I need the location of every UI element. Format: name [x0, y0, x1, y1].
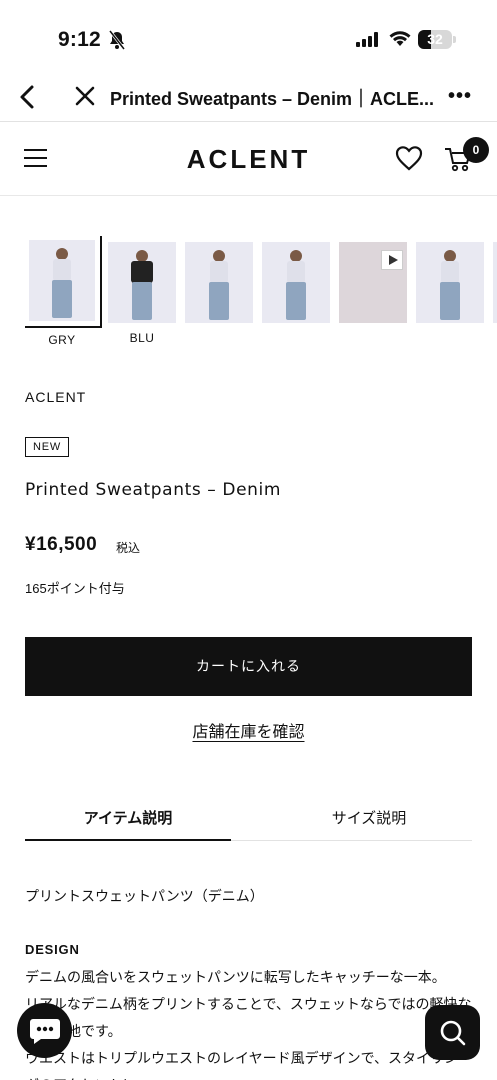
browser-bar: Printed Sweatpants – Denim｜ACLE... ••• — [0, 72, 497, 122]
description-subheading: DESIGN — [25, 942, 80, 957]
status-bar: 9:12 32 — [0, 0, 497, 72]
wifi-icon — [389, 30, 411, 52]
product-thumbnail[interactable] — [493, 242, 497, 323]
product-price: ¥16,500 — [25, 534, 98, 555]
status-time: 9:12 — [58, 28, 101, 51]
new-badge: NEW — [25, 437, 70, 457]
browser-page-title: Printed Sweatpants – Denim｜ACLE... — [110, 89, 435, 109]
description-line: デニムの風合いをスウェットパンツに転写したキャッチーな一本。 — [25, 969, 446, 985]
points-label: 165ポイント付与 — [25, 581, 125, 596]
bell-muted-icon — [108, 30, 126, 55]
cart-count-badge: 0 — [463, 137, 489, 163]
model-top — [131, 261, 153, 283]
thumbnail-image — [108, 242, 176, 323]
description-line: ウエストはトリプルウエストのレイヤード風デザインで、スタイリングのアクセントに。 — [25, 1050, 458, 1080]
cellular-signal-icon — [356, 32, 380, 52]
model-pants — [209, 282, 229, 320]
add-to-cart-button[interactable]: カートに入れる — [25, 637, 472, 696]
tab-size-description[interactable]: サイズ説明 — [266, 800, 472, 841]
description-title: プリントスウェットパンツ（デニム） — [25, 888, 264, 904]
thumbnail-image — [25, 236, 102, 328]
thumbnail-image — [262, 242, 330, 323]
play-icon — [381, 250, 403, 270]
model-pants — [440, 282, 460, 320]
product-thumbnail[interactable] — [185, 242, 253, 331]
product-thumbnail-strip: GRY BLU — [25, 236, 497, 346]
model-top — [287, 261, 305, 283]
thumbnail-image — [493, 242, 497, 323]
product-thumbnail[interactable]: GRY — [25, 236, 102, 346]
model-top — [441, 261, 459, 283]
thumbnail-color-label: BLU — [129, 331, 155, 345]
tab-item-description[interactable]: アイテム説明 — [25, 800, 231, 841]
thumbnail-image — [185, 242, 253, 323]
product-brand[interactable]: ACLENT — [25, 389, 86, 405]
product-thumbnail[interactable] — [262, 242, 330, 331]
chat-bubble-icon — [28, 1016, 62, 1051]
video-thumbnail-image — [339, 242, 407, 323]
product-thumbnail[interactable] — [416, 242, 484, 331]
back-arrow-icon[interactable] — [18, 84, 38, 115]
model-top — [210, 261, 228, 283]
more-options-icon[interactable]: ••• — [448, 85, 472, 108]
model-top — [53, 259, 71, 281]
description-line: リアルなデニム柄をプリントすることで、スウェットならではの軽快な穿き心地です。 — [25, 996, 472, 1039]
thumbnail-image — [416, 242, 484, 323]
search-float-button[interactable] — [425, 1005, 480, 1060]
site-header: ACLENT 0 — [0, 122, 497, 196]
description-body: デニムの風合いをスウェットパンツに転写したキャッチーな一本。 リアルなデニム柄を… — [25, 964, 472, 1080]
battery-icon: 32 — [418, 30, 456, 49]
thumbnail-color-label: GRY — [48, 333, 76, 346]
tax-included-label: 税込 — [116, 541, 141, 555]
product-thumbnail[interactable] — [339, 242, 407, 331]
product-thumbnail[interactable]: BLU — [108, 242, 176, 345]
model-pants — [52, 280, 72, 318]
model-pants — [132, 282, 152, 320]
chat-button[interactable] — [17, 1003, 72, 1058]
model-pants — [286, 282, 306, 320]
favorite-heart-icon[interactable] — [395, 145, 423, 176]
product-name: Printed Sweatpants – Denim — [25, 480, 282, 500]
search-icon — [439, 1019, 467, 1052]
check-store-stock-link[interactable]: 店舗在庫を確認 — [0, 718, 497, 742]
close-icon[interactable] — [74, 85, 96, 112]
description-tabs: アイテム説明 サイズ説明 — [25, 800, 472, 841]
